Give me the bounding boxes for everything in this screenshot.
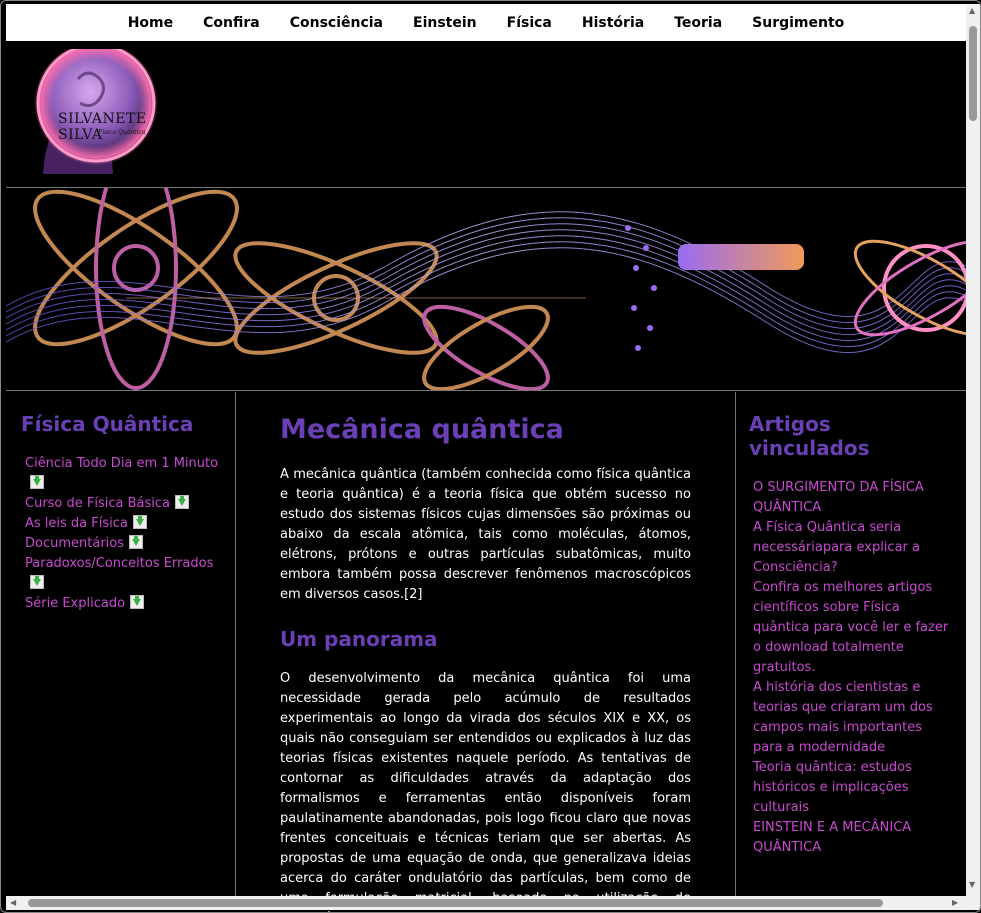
left-link-item[interactable]: Ciência Todo Dia em 1 Minuto	[25, 454, 220, 494]
horizontal-scrollbar[interactable]: ◀ ▶	[6, 896, 966, 910]
article-title: Mecânica quântica	[280, 414, 564, 445]
atom-waves-illustration	[6, 188, 966, 390]
vertical-scrollbar[interactable]: ▲ ▼	[966, 4, 980, 897]
related-article-link[interactable]: Confira os melhores artigos científicos …	[753, 578, 953, 678]
site-logo[interactable]: SILVANETE SILVA Física Quântica	[28, 41, 178, 177]
download-icon[interactable]	[175, 495, 190, 509]
left-sidebar: Física Quântica Ciência Todo Dia em 1 Mi…	[6, 392, 236, 897]
nav-home[interactable]: Home	[128, 15, 173, 31]
left-link-label[interactable]: Série Explicado	[25, 596, 125, 611]
download-icon[interactable]	[132, 515, 147, 529]
related-article-link[interactable]: A Física Quântica seria necessáriapara e…	[753, 518, 953, 578]
left-link-label[interactable]: Documentários	[25, 536, 124, 551]
left-link-item[interactable]: Paradoxos/Conceitos Errados	[25, 554, 220, 594]
related-articles-list: O SURGIMENTO DA FÍSICA QUÂNTICA A Física…	[749, 478, 953, 858]
section-text: O desenvolvimento da mecânica quântica f…	[280, 671, 691, 912]
nav-einstein[interactable]: Einstein	[413, 15, 477, 31]
nav-confira[interactable]: Confira	[203, 15, 260, 31]
related-article-link[interactable]: EINSTEIN E A MECÂNICA QUÂNTICA	[753, 818, 953, 858]
download-icon[interactable]	[130, 595, 145, 609]
browser-window: Home Confira Consciência Einstein Física…	[0, 0, 981, 913]
download-icon[interactable]	[129, 535, 143, 549]
nav-consciencia[interactable]: Consciência	[290, 15, 383, 31]
logo-subtitle: Física Quântica	[98, 129, 146, 136]
related-article-link[interactable]: O SURGIMENTO DA FÍSICA QUÂNTICA	[753, 478, 953, 518]
nav-surgimento[interactable]: Surgimento	[752, 15, 844, 31]
logo-band: SILVANETE SILVA Física Quântica	[6, 41, 966, 188]
quantum-banner	[6, 188, 966, 391]
left-link-item[interactable]: As leis da Física	[25, 514, 220, 534]
left-link-label[interactable]: Paradoxos/Conceitos Errados	[25, 556, 213, 571]
right-sidebar: Artigos vinculados O SURGIMENTO DA FÍSIC…	[736, 392, 966, 897]
horizontal-scroll-thumb[interactable]	[28, 899, 883, 907]
left-link-item[interactable]: Documentários	[25, 534, 220, 554]
nav-historia[interactable]: História	[582, 15, 644, 31]
download-icon[interactable]	[30, 575, 44, 589]
scroll-up-icon[interactable]: ▲	[969, 6, 975, 15]
left-link-label[interactable]: Ciência Todo Dia em 1 Minuto	[25, 456, 218, 471]
top-navigation: Home Confira Consciência Einstein Física…	[6, 4, 966, 41]
scroll-right-icon[interactable]: ▶	[952, 898, 958, 907]
left-link-item[interactable]: Série Explicado	[25, 594, 220, 614]
section-title: Um panorama	[280, 627, 438, 651]
download-icon[interactable]	[30, 475, 44, 489]
left-link-label[interactable]: Curso de Física Básica	[25, 496, 170, 511]
scroll-left-icon[interactable]: ◀	[10, 898, 16, 907]
related-article-link[interactable]: A história dos cientistas e teorias que …	[753, 678, 953, 758]
logo-name: SILVANETE SILVA	[58, 111, 147, 143]
vertical-scroll-thumb[interactable]	[969, 26, 977, 121]
left-sidebar-heading: Física Quântica	[21, 412, 194, 436]
nav-fisica[interactable]: Física	[507, 15, 552, 31]
article-intro: A mecânica quântica (também conhecida co…	[280, 467, 691, 602]
content-columns: Física Quântica Ciência Todo Dia em 1 Mi…	[6, 392, 966, 912]
left-link-item[interactable]: Curso de Física Básica	[25, 494, 220, 514]
left-link-label[interactable]: As leis da Física	[25, 516, 128, 531]
right-sidebar-heading: Artigos vinculados	[749, 412, 870, 460]
related-article-link[interactable]: Teoria quântica: estudos históricos e im…	[753, 758, 953, 818]
scrollbar-corner	[966, 896, 980, 910]
nav-teoria[interactable]: Teoria	[674, 15, 722, 31]
article: Mecânica quântica A mecânica quântica (t…	[236, 392, 736, 912]
left-link-list: Ciência Todo Dia em 1 Minuto Curso de Fí…	[21, 454, 220, 614]
scroll-down-icon[interactable]: ▼	[969, 880, 975, 889]
